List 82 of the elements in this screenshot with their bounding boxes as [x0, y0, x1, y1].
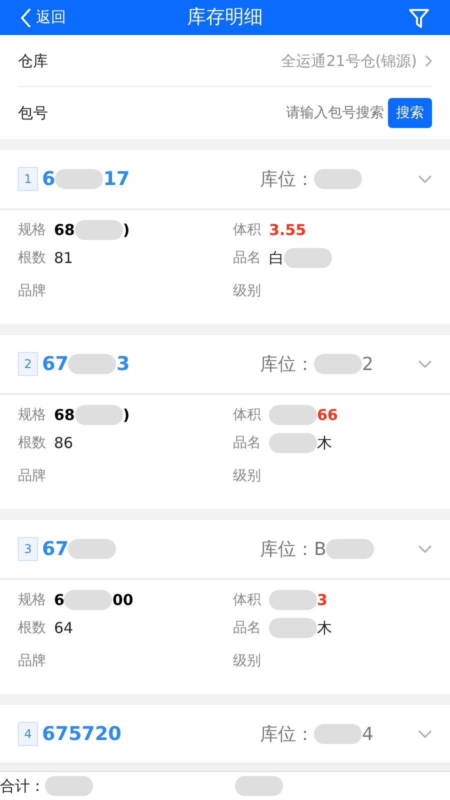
redaction-blur: [269, 405, 317, 426]
location-value: B: [314, 538, 326, 562]
field-label: 规格: [18, 590, 46, 610]
field-label: 根数: [18, 618, 46, 638]
index-tag: 4: [18, 722, 38, 746]
location-label: 库位：: [260, 722, 314, 747]
page-title: 库存明细: [186, 5, 264, 30]
field-value: 66: [317, 405, 338, 426]
field-value: 86: [54, 433, 74, 454]
redaction-blur: [45, 776, 93, 796]
redaction-blur: [74, 405, 123, 426]
field-value: 3.55: [269, 220, 306, 242]
redaction-blur: [64, 590, 112, 610]
field-value: 81: [54, 248, 74, 270]
field-value: ): [122, 405, 130, 426]
redaction-blur: [269, 590, 317, 610]
field-value: 64: [54, 618, 74, 640]
redaction-blur: [314, 724, 362, 744]
field-label: 体积: [233, 590, 261, 610]
redaction-blur: [326, 539, 374, 560]
package-number: 6: [42, 167, 56, 192]
total-label: 合计：: [0, 776, 45, 797]
field-value: 68: [54, 405, 75, 426]
field-label: 体积: [233, 220, 261, 240]
field-value: 6: [54, 590, 64, 612]
redaction-blur: [55, 169, 104, 190]
field-value: 3: [317, 590, 328, 612]
field-value: 00: [112, 590, 134, 612]
field-label: 级别: [233, 466, 261, 486]
field-label: 品名: [233, 434, 261, 453]
filter-icon[interactable]: [408, 6, 430, 29]
field-value: 68: [54, 220, 75, 242]
field-label: 规格: [18, 406, 46, 425]
redaction-blur: [269, 618, 317, 638]
index-tag: 3: [18, 537, 38, 562]
filter-label: 包号: [18, 103, 48, 124]
field-label: 品牌: [18, 466, 46, 486]
index-tag: 1: [18, 167, 38, 192]
redaction-blur: [68, 354, 116, 374]
filter-label: 仓库: [18, 50, 48, 72]
field-label: 级别: [233, 652, 261, 671]
field-label: 体积: [233, 406, 261, 425]
redaction-blur: [74, 220, 123, 240]
back-button[interactable]: 返回: [20, 6, 116, 29]
location-label: 库位：: [260, 352, 314, 377]
chevron-down-icon[interactable]: [418, 545, 432, 554]
redaction-blur: [314, 169, 362, 190]
chevron-down-icon[interactable]: [418, 730, 432, 738]
field-value: 白: [269, 248, 284, 270]
package-search-field[interactable]: 请输入包号搜索: [234, 102, 384, 124]
field-label: 级别: [233, 282, 261, 301]
field-label: 品牌: [18, 652, 46, 671]
chevron-down-icon[interactable]: [418, 175, 432, 184]
field-label: 根数: [18, 248, 46, 268]
package-number: 3: [116, 352, 130, 378]
redaction-blur: [269, 433, 317, 454]
location-label: 库位：: [260, 168, 314, 192]
warehouse-select[interactable]: 全运通21号仓(锦源): [281, 50, 432, 72]
field-label: 品牌: [18, 282, 46, 301]
field-label: 品名: [233, 248, 261, 268]
chevron-right-icon: [425, 54, 432, 67]
field-label: 根数: [18, 434, 46, 453]
field-value: ): [122, 220, 130, 242]
field-label: 规格: [18, 220, 46, 240]
location-label: 库位：: [260, 538, 314, 562]
redaction-blur: [284, 248, 332, 268]
redaction-blur: [314, 354, 362, 374]
redaction-blur: [68, 539, 116, 560]
location-value: 4: [362, 722, 374, 747]
search-button[interactable]: 搜索: [388, 98, 432, 128]
chevron-down-icon[interactable]: [418, 360, 432, 368]
field-label: 品名: [233, 618, 261, 638]
package-number: 67: [42, 352, 68, 378]
field-value: 木: [317, 618, 332, 640]
location-value: 2: [362, 352, 374, 377]
redaction-blur: [235, 776, 283, 796]
index-tag: 2: [18, 352, 38, 376]
package-number: 17: [103, 167, 130, 192]
package-number: 675720: [42, 722, 122, 748]
package-number: 67: [42, 537, 68, 562]
chevron-left-icon: [20, 6, 32, 29]
field-value: 木: [317, 433, 332, 454]
